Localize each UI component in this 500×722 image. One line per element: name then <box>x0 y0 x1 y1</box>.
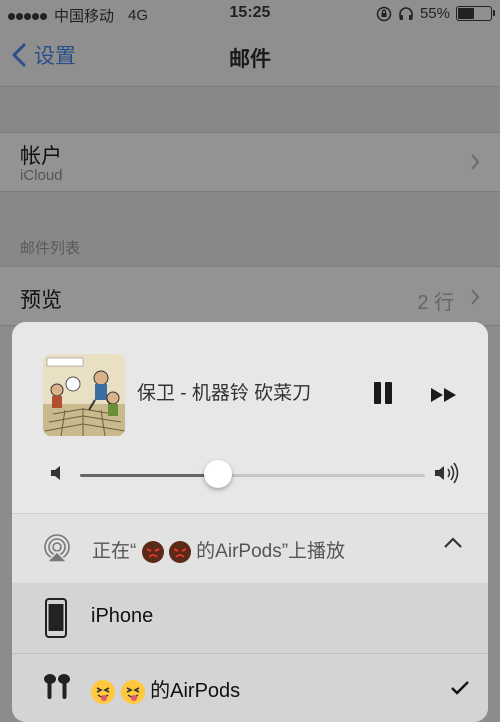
chevron-up-icon[interactable] <box>443 536 463 550</box>
route-prefix: 正在“ <box>92 541 137 562</box>
volume-fill <box>80 474 218 477</box>
iphone-icon <box>45 598 67 638</box>
volume-low-icon <box>51 466 60 480</box>
device-iphone[interactable]: iPhone <box>12 583 488 654</box>
airplay-route-row[interactable]: 正在“ 的AirPods”上播放 <box>12 513 488 584</box>
tongue-emoji-icon <box>120 679 145 704</box>
accounts-row[interactable]: 帐户 iCloud <box>0 132 500 192</box>
tongue-emoji-icon <box>91 679 115 704</box>
control-center-panel: 保卫 - 机器铃 砍菜刀 正在“ 的AirPods”上播放 iPhone 的Ai… <box>12 322 488 722</box>
now-playing-card: 保卫 - 机器铃 砍菜刀 <box>12 322 488 512</box>
airpods-icon <box>44 674 70 699</box>
rotation-lock-icon <box>376 6 392 21</box>
status-bar: 中国移动 4G 15:25 55% <box>0 0 500 30</box>
album-artwork[interactable] <box>43 354 125 436</box>
checkmark-icon <box>451 681 469 695</box>
device-name: 的AirPods <box>150 680 241 702</box>
accounts-subtitle: iCloud <box>20 167 63 184</box>
mail-list-header: 邮件列表 <box>20 240 81 257</box>
airplay-route-text: 正在“ 的AirPods”上播放 <box>92 536 345 563</box>
navigation-bar: 设置 邮件 <box>0 30 500 87</box>
headphones-icon <box>399 6 413 20</box>
device-name: iPhone <box>91 605 154 627</box>
fast-forward-button[interactable] <box>431 388 457 402</box>
airplay-icon <box>44 534 70 563</box>
preview-row[interactable]: 预览 2 行 <box>0 266 500 326</box>
battery-percent: 55% <box>419 5 450 22</box>
chevron-right-icon <box>471 154 480 170</box>
chevron-right-icon <box>471 289 480 305</box>
pause-button[interactable] <box>372 382 394 404</box>
angry-emoji-icon <box>141 540 164 563</box>
volume-high-icon <box>435 462 459 484</box>
preview-value: 2 行 <box>417 292 454 314</box>
song-title: 保卫 - 机器铃 砍菜刀 <box>137 383 312 404</box>
angry-emoji-icon <box>168 540 191 563</box>
preview-title: 预览 <box>20 289 62 312</box>
route-suffix: 的AirPods”上播放 <box>196 541 346 562</box>
page-title: 邮件 <box>229 48 271 71</box>
volume-thumb[interactable] <box>204 460 232 488</box>
accounts-title: 帐户 <box>20 145 62 168</box>
battery-icon <box>456 6 495 21</box>
volume-slider[interactable] <box>80 460 425 488</box>
